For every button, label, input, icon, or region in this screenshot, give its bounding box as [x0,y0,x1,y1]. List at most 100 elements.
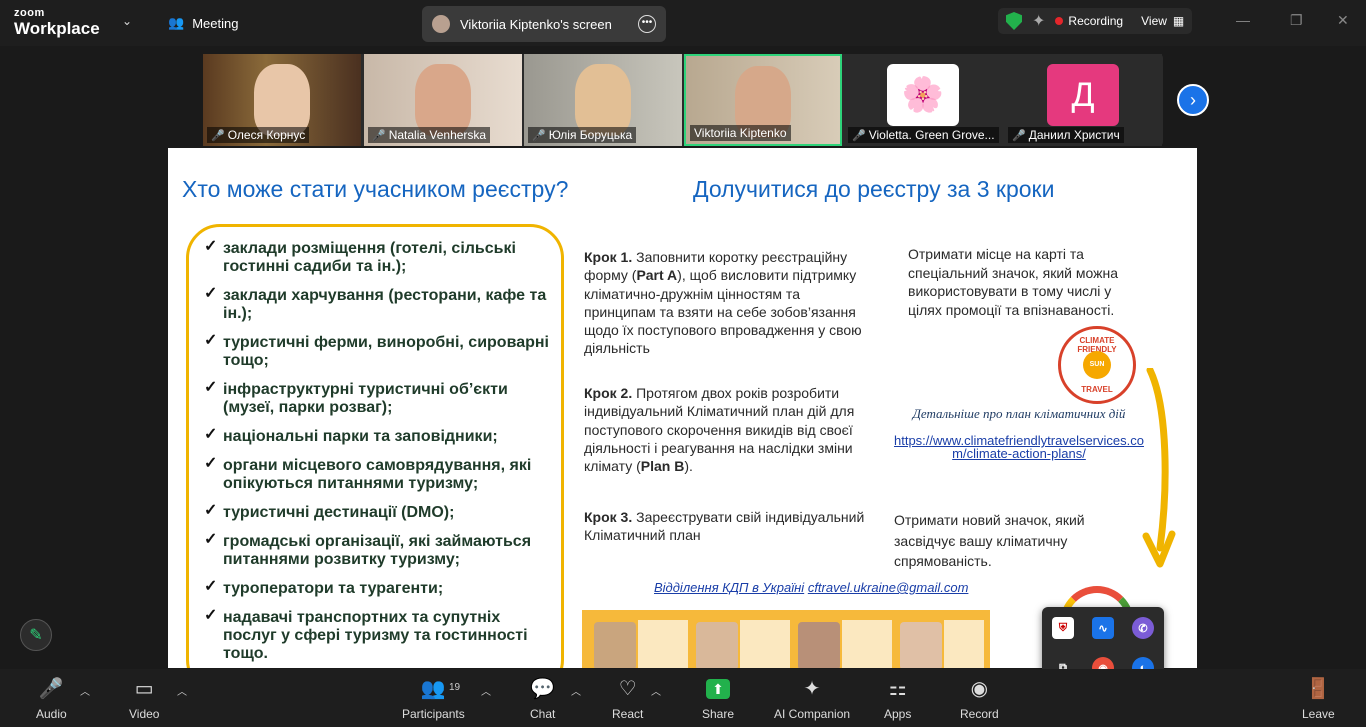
team-card [740,620,790,668]
step-2: Крок 2. Протягом двох років розробити ін… [584,385,855,475]
meeting-toolbar: 🎤 Audio ︿ ▭ Video ︿ 👥 Participants 19 ︿ … [0,669,1366,727]
view-label: View [1141,14,1167,28]
video-tile[interactable]: Д 🎤 Даниил Христич [1004,54,1162,146]
mic-muted-icon: 🎤 [852,129,866,142]
ai-sparkle-icon: ✦ [803,678,821,700]
video-tile[interactable]: 🎤 Олеся Корнус [203,54,361,146]
down-arrow-icon [1142,368,1176,568]
climate-plans-link[interactable]: https://www.climatefriendlytravelservice… [894,434,1144,460]
list-item: туристичні дестинації (DMO); [204,502,554,522]
ukraine-office-contact: Відділення КДП в Україні cftravel.ukrain… [654,580,969,595]
mic-muted-icon: 🎤 [1012,129,1026,142]
next-page-arrow-icon[interactable]: › [1177,84,1209,116]
participant-name: 🎤 Олеся Корнус [207,127,310,143]
shared-screen-slide: Хто може стати учасником реєстру? Долучи… [168,148,1197,668]
team-photo [696,622,738,668]
list-item: заклади розміщення (готелі, сільські гос… [204,238,554,276]
recording-label: Recording [1068,14,1124,28]
more-icon[interactable]: ••• [638,15,656,33]
tab-shared-screen-label: Viktoriia Kiptenko's screen [460,16,612,32]
contact-email-link[interactable]: cftravel.ukraine@gmail.com [808,580,969,595]
participants-icon: 👥 [420,678,446,700]
tab-meeting-label: Meeting [192,15,239,31]
participant-name: 🎤 Natalia Venherska [368,127,491,143]
logo-top-text: zoom [14,7,45,19]
avatar [432,15,450,33]
mic-muted-icon: 🎤 [211,129,225,142]
participant-name: Viktoriia Kiptenko [690,125,791,141]
security-shield-icon[interactable] [1006,12,1022,30]
participants-options-chevron-icon[interactable]: ︿ [481,683,491,698]
leave-button[interactable]: 🚪 Leave [1302,677,1335,721]
record-dot-icon [1055,17,1064,25]
participant-strip: 🎤 Олеся Корнус 🎤 Natalia Venherska 🎤 Юлія Б… [203,54,1163,146]
ai-sparkle-icon[interactable]: ✦ [1032,11,1045,31]
tab-meeting[interactable]: 👥 Meeting [168,10,238,36]
video-button[interactable]: ▭ Video [129,677,159,721]
audio-app-icon[interactable]: ∿ [1092,617,1114,639]
list-item: інфраструктурні туристичні об’єкти (музе… [204,379,554,417]
participant-video [575,64,631,136]
audio-options-chevron-icon[interactable]: ︿ [80,683,90,698]
view-button[interactable]: View ▦ [1141,14,1184,28]
slide-heading-right: Долучитися до реєстру за 3 кроки [693,176,1055,202]
chat-options-chevron-icon[interactable]: ︿ [571,683,581,698]
video-tile[interactable]: 🌸 🎤 Violetta. Green Grove... [844,54,1002,146]
apps-button[interactable]: ⚏ Apps [884,677,911,721]
list-item: заклади харчування (ресторани, кафе та і… [204,285,554,323]
video-tile-active-speaker[interactable]: Viktoriia Kiptenko [684,54,842,146]
list-item: громадські організації, які займаються п… [204,531,554,569]
ai-companion-button[interactable]: ✦ AI Companion [774,677,850,721]
share-up-arrow-icon: ⬆ [706,679,731,699]
participant-name: 🎤 Violetta. Green Grove... [848,127,999,143]
title-bar: zoom Workplace ⌄ 👥 Meeting Viktoriia Kip… [0,0,1366,46]
mic-muted-icon: 🎤 [38,678,64,700]
audio-button[interactable]: 🎤 Audio [36,677,67,721]
recording-indicator[interactable]: Recording [1055,14,1123,28]
list-item: надавачі транспортних та супутніх послуг… [204,607,554,663]
participant-video [254,64,310,136]
security-app-icon[interactable]: ⛨ [1052,617,1074,639]
share-button[interactable]: ⬆ Share [702,677,734,721]
slide-heading-left: Хто може стати учасником реєстру? [182,176,569,202]
flower-avatar-icon: 🌸 [887,64,959,126]
chat-bubble-icon: 💬 [530,678,556,700]
close-icon[interactable]: ✕ [1337,12,1349,29]
grid-icon: ▦ [1172,14,1185,28]
minimize-icon[interactable]: — [1236,12,1250,28]
participant-name: 🎤 Даниил Христич [1008,127,1124,143]
team-card [638,620,688,668]
logo-bottom-text: Workplace [14,19,100,38]
heart-icon: ♡ [618,678,637,700]
tab-shared-screen[interactable]: Viktoriia Kiptenko's screen ••• [422,6,666,42]
maximize-icon[interactable]: ❐ [1290,12,1303,29]
team-photo [900,622,942,668]
participant-video [415,64,471,136]
list-item: національні парки та заповідники; [204,426,554,446]
result-2-text: Отримати новий значок, який засвідчує ва… [894,512,1085,569]
video-options-chevron-icon[interactable]: ︿ [177,683,187,698]
chat-button[interactable]: 💬 Chat [530,677,555,721]
participants-count-badge: 19 [449,682,461,693]
result-1-text: Отримати місце на карті та спеціальний з… [908,246,1118,318]
list-item: органи місцевого самоврядування, які опі… [204,455,554,493]
initial-avatar: Д [1047,64,1119,126]
video-tile[interactable]: 🎤 Юлія Боруцька [524,54,682,146]
team-photo [798,622,840,668]
mic-muted-icon: 🎤 [532,129,546,142]
leave-door-icon: 🚪 [1305,678,1331,700]
record-button[interactable]: ◉ Record [960,677,999,721]
record-icon: ◉ [970,678,989,700]
annotate-pen-icon[interactable]: ✎ [20,619,52,651]
react-options-chevron-icon[interactable]: ︿ [651,683,661,698]
chevron-down-icon[interactable]: ⌄ [122,14,132,28]
viber-icon[interactable]: ✆ [1132,617,1154,639]
video-tile[interactable]: 🎤 Natalia Venherska [364,54,522,146]
zoom-logo: zoom Workplace [14,7,100,38]
participant-name: 🎤 Юлія Боруцька [528,127,637,143]
people-icon: 👥 [168,15,185,30]
top-status-group: ✦ Recording View ▦ [998,8,1193,34]
react-button[interactable]: ♡ React [612,677,643,721]
climate-friendly-badge-icon: CLIMATE FRIENDLY SUN TRAVEL [1058,326,1136,404]
camera-icon: ▭ [134,678,154,700]
